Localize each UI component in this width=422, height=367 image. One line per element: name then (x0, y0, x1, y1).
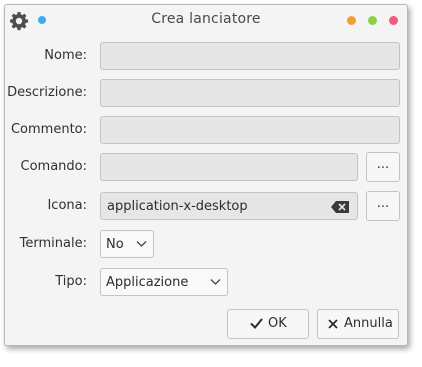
comment-label: Commento: (10, 122, 87, 137)
title-bar[interactable]: Crea lanciatore (5, 5, 407, 36)
backspace-icon[interactable] (331, 201, 349, 213)
cancel-button[interactable]: Annulla (317, 309, 399, 339)
terminal-select[interactable]: No (100, 230, 154, 258)
command-label: Comando: (20, 159, 88, 174)
terminal-label: Terminale: (19, 236, 87, 251)
x-icon (328, 319, 338, 329)
cancel-label: Annulla (344, 316, 393, 331)
type-value: Applicazione (106, 275, 189, 290)
name-field[interactable] (100, 42, 400, 70)
icon-field[interactable]: application-x-desktop (100, 192, 358, 220)
ok-label: OK (268, 316, 287, 331)
description-field[interactable] (100, 79, 400, 107)
icon-browse-button[interactable]: ... (366, 191, 400, 221)
checkmark-icon (250, 318, 263, 329)
maximize-button[interactable] (368, 16, 377, 25)
name-label: Nome: (44, 48, 87, 63)
command-browse-button[interactable]: ... (366, 152, 400, 182)
close-button[interactable] (389, 16, 398, 25)
launcher-dialog: Crea lanciatore Nome: Descrizione: Comme… (4, 4, 408, 346)
comment-field[interactable] (100, 116, 400, 144)
icon-label: Icona: (47, 198, 87, 213)
chevron-down-icon (210, 279, 221, 285)
ok-button[interactable]: OK (227, 309, 309, 339)
minimize-button[interactable] (347, 16, 356, 25)
terminal-value: No (106, 237, 124, 252)
type-select[interactable]: Applicazione (100, 268, 228, 296)
icon-value: application-x-desktop (107, 199, 248, 214)
command-field[interactable] (100, 153, 358, 181)
type-label: Tipo: (55, 274, 87, 289)
description-label: Descrizione: (7, 85, 87, 100)
chevron-down-icon (136, 241, 147, 247)
